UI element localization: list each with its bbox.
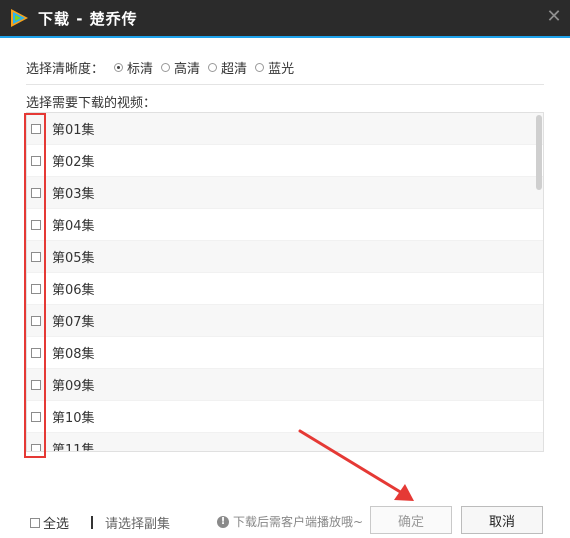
list-item[interactable]: 第08集 xyxy=(27,337,543,369)
confirm-button[interactable]: 确定 xyxy=(370,506,452,534)
list-item[interactable]: 第01集 xyxy=(27,113,543,145)
radio-icon xyxy=(255,62,265,72)
list-item[interactable]: 第06集 xyxy=(27,273,543,305)
checkbox-icon[interactable] xyxy=(31,219,41,230)
footer-left: 全选 请选择副集 xyxy=(30,513,170,532)
quality-option-label: 高清 xyxy=(174,61,201,77)
window-title: 下载 - 楚乔传 xyxy=(38,10,138,28)
note-text: 下载后需客户端播放哦~ xyxy=(233,515,364,529)
list-item[interactable]: 第11集 xyxy=(27,433,543,452)
tencent-video-logo-icon xyxy=(11,9,28,27)
checkbox-icon[interactable] xyxy=(31,123,41,134)
episode-label: 第05集 xyxy=(52,251,95,266)
quality-option-high[interactable]: 高清 xyxy=(161,58,200,77)
list-item[interactable]: 第04集 xyxy=(27,209,543,241)
episode-list-label: 选择需要下载的视频： xyxy=(26,96,157,111)
divider xyxy=(91,516,94,529)
select-all-label[interactable]: 全选 xyxy=(43,513,69,532)
list-item[interactable]: 第02集 xyxy=(27,145,543,177)
quality-option-label: 超清 xyxy=(221,61,248,77)
episode-label: 第09集 xyxy=(52,379,95,394)
checkbox-icon[interactable] xyxy=(31,155,41,166)
quality-option-super[interactable]: 超清 xyxy=(208,58,247,77)
episode-label: 第10集 xyxy=(52,411,95,426)
list-item[interactable]: 第09集 xyxy=(27,369,543,401)
select-all-checkbox-icon[interactable] xyxy=(30,517,40,528)
episode-list[interactable]: 第01集 第02集 第03集 第04集 第05集 第06集 第07集 第08集 … xyxy=(26,112,544,452)
radio-icon xyxy=(208,62,218,72)
checkbox-icon[interactable] xyxy=(31,347,41,358)
checkbox-icon[interactable] xyxy=(31,187,41,198)
checkbox-icon[interactable] xyxy=(31,443,41,451)
quality-option-standard[interactable]: 标清 xyxy=(114,58,153,77)
checkbox-icon[interactable] xyxy=(31,379,41,390)
quality-selector: 选择清晰度： 标清 高清 超清 蓝光 xyxy=(26,58,302,77)
radio-icon xyxy=(161,62,171,72)
quality-option-label: 蓝光 xyxy=(268,61,295,77)
scrollbar-thumb[interactable] xyxy=(536,115,542,190)
select-hint: 请选择副集 xyxy=(105,517,171,532)
quality-option-bluray[interactable]: 蓝光 xyxy=(255,58,294,77)
episode-label: 第02集 xyxy=(52,155,95,170)
episode-label: 第06集 xyxy=(52,283,95,298)
episode-label: 第01集 xyxy=(52,123,95,138)
close-icon[interactable]: ✕ xyxy=(544,7,564,27)
client-play-note: ! 下载后需客户端播放哦~ xyxy=(217,513,363,530)
list-item[interactable]: 第07集 xyxy=(27,305,543,337)
list-item[interactable]: 第10集 xyxy=(27,401,543,433)
list-item[interactable]: 第03集 xyxy=(27,177,543,209)
checkbox-icon[interactable] xyxy=(31,411,41,422)
quality-option-label: 标清 xyxy=(127,61,154,77)
divider xyxy=(26,84,544,85)
cancel-button[interactable]: 取消 xyxy=(461,506,543,534)
quality-label: 选择清晰度： xyxy=(26,61,105,77)
list-item[interactable]: 第05集 xyxy=(27,241,543,273)
info-icon: ! xyxy=(217,515,229,528)
episode-label: 第04集 xyxy=(52,219,95,234)
checkbox-icon[interactable] xyxy=(31,315,41,326)
title-bar: 下载 - 楚乔传 ✕ xyxy=(0,0,570,38)
episode-label: 第08集 xyxy=(52,347,95,362)
radio-icon xyxy=(114,62,124,72)
checkbox-icon[interactable] xyxy=(31,283,41,294)
checkbox-icon[interactable] xyxy=(31,251,41,262)
episode-label: 第03集 xyxy=(52,187,95,202)
episode-label: 第11集 xyxy=(52,443,95,452)
episode-label: 第07集 xyxy=(52,315,95,330)
